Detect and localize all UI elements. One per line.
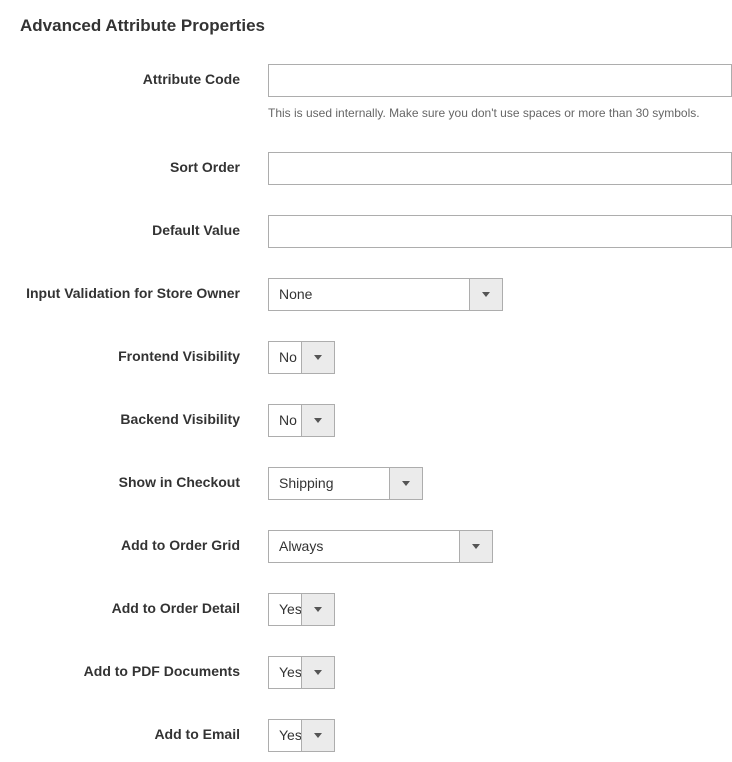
label-add-to-order-grid: Add to Order Grid bbox=[20, 530, 268, 553]
field-default-value: Default Value bbox=[20, 215, 732, 248]
field-add-to-order-grid: Add to Order Grid Always bbox=[20, 530, 732, 563]
label-default-value: Default Value bbox=[20, 215, 268, 238]
add-to-order-detail-select[interactable]: Yes bbox=[268, 593, 335, 626]
select-value: None bbox=[269, 279, 469, 310]
sort-order-input[interactable] bbox=[268, 152, 732, 185]
frontend-visibility-select[interactable]: No bbox=[268, 341, 335, 374]
field-attribute-code: Attribute Code This is used internally. … bbox=[20, 64, 732, 122]
label-add-to-order-detail: Add to Order Detail bbox=[20, 593, 268, 616]
field-backend-visibility: Backend Visibility No bbox=[20, 404, 732, 437]
select-value: Yes bbox=[269, 594, 301, 625]
field-add-to-order-detail: Add to Order Detail Yes bbox=[20, 593, 732, 626]
chevron-down-icon bbox=[459, 531, 492, 562]
add-to-pdf-select[interactable]: Yes bbox=[268, 656, 335, 689]
select-value: No bbox=[269, 342, 301, 373]
label-attribute-code: Attribute Code bbox=[20, 64, 268, 87]
chevron-down-icon bbox=[301, 342, 334, 373]
default-value-input[interactable] bbox=[268, 215, 732, 248]
add-to-email-select[interactable]: Yes bbox=[268, 719, 335, 752]
field-input-validation: Input Validation for Store Owner None bbox=[20, 278, 732, 311]
field-add-to-email: Add to Email Yes bbox=[20, 719, 732, 752]
attribute-code-input[interactable] bbox=[268, 64, 732, 97]
section-title: Advanced Attribute Properties bbox=[20, 16, 732, 36]
label-backend-visibility: Backend Visibility bbox=[20, 404, 268, 427]
label-add-to-email: Add to Email bbox=[20, 719, 268, 742]
label-add-to-pdf: Add to PDF Documents bbox=[20, 656, 268, 679]
chevron-down-icon bbox=[469, 279, 502, 310]
label-input-validation: Input Validation for Store Owner bbox=[20, 278, 268, 301]
select-value: No bbox=[269, 405, 301, 436]
field-add-to-pdf: Add to PDF Documents Yes bbox=[20, 656, 732, 689]
label-show-in-checkout: Show in Checkout bbox=[20, 467, 268, 490]
select-value: Yes bbox=[269, 657, 301, 688]
add-to-order-grid-select[interactable]: Always bbox=[268, 530, 493, 563]
input-validation-select[interactable]: None bbox=[268, 278, 503, 311]
backend-visibility-select[interactable]: No bbox=[268, 404, 335, 437]
label-sort-order: Sort Order bbox=[20, 152, 268, 175]
label-frontend-visibility: Frontend Visibility bbox=[20, 341, 268, 364]
attribute-code-hint: This is used internally. Make sure you d… bbox=[268, 105, 732, 122]
select-value: Yes bbox=[269, 720, 301, 751]
show-in-checkout-select[interactable]: Shipping bbox=[268, 467, 423, 500]
select-value: Always bbox=[269, 531, 459, 562]
select-value: Shipping bbox=[269, 468, 389, 499]
chevron-down-icon bbox=[301, 657, 334, 688]
field-show-in-checkout: Show in Checkout Shipping bbox=[20, 467, 732, 500]
field-frontend-visibility: Frontend Visibility No bbox=[20, 341, 732, 374]
field-sort-order: Sort Order bbox=[20, 152, 732, 185]
chevron-down-icon bbox=[301, 720, 334, 751]
chevron-down-icon bbox=[301, 594, 334, 625]
chevron-down-icon bbox=[301, 405, 334, 436]
chevron-down-icon bbox=[389, 468, 422, 499]
